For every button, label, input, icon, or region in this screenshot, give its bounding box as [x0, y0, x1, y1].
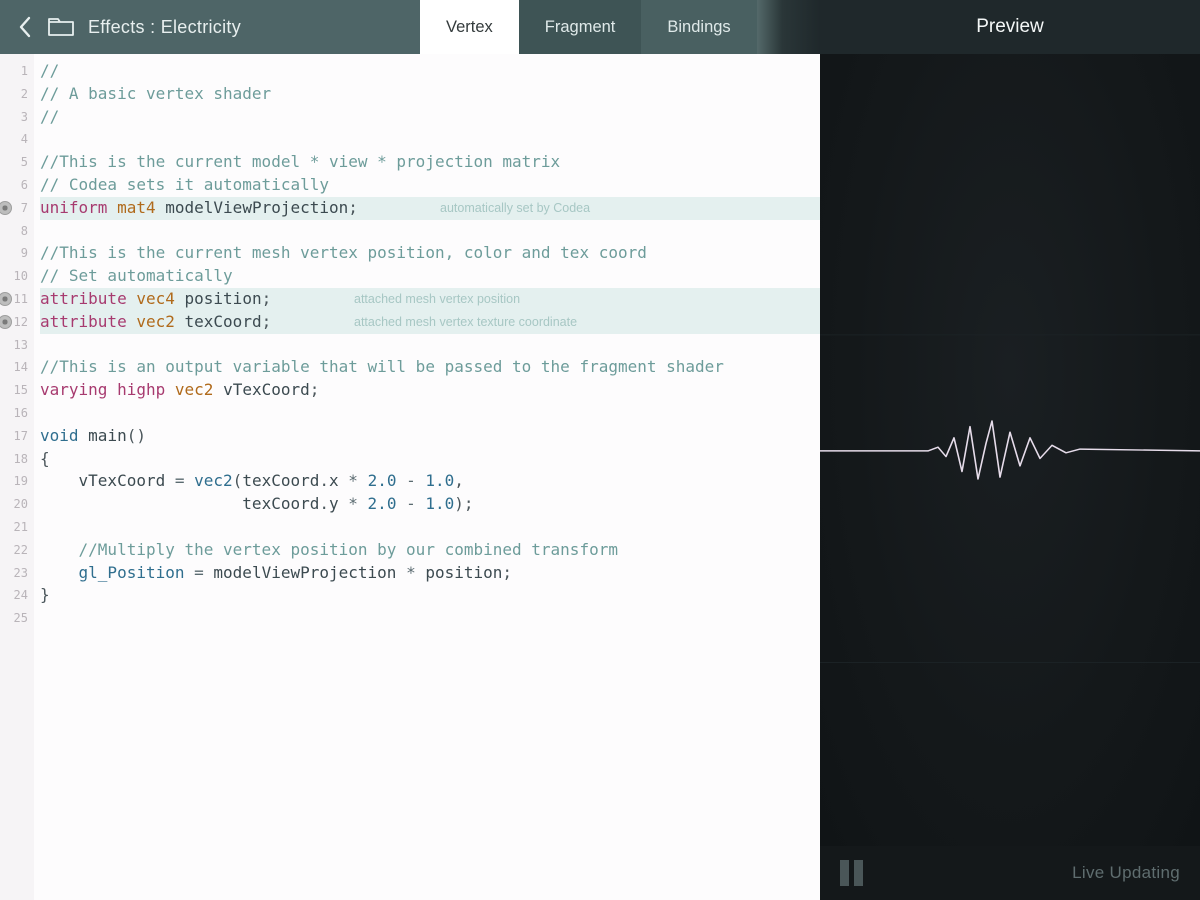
- line-number: 17: [0, 425, 34, 448]
- line-number: 20: [0, 493, 34, 516]
- code-line[interactable]: // Set automatically: [40, 265, 820, 288]
- code-line[interactable]: [40, 334, 820, 357]
- line-number: 3: [0, 106, 34, 129]
- code-line[interactable]: [40, 220, 820, 243]
- code-line[interactable]: [40, 607, 820, 630]
- line-number: 16: [0, 402, 34, 425]
- chevron-left-icon: [18, 16, 32, 38]
- line-number: 6: [0, 174, 34, 197]
- code-line[interactable]: //This is an output variable that will b…: [40, 356, 820, 379]
- tab-vertex[interactable]: Vertex: [420, 0, 519, 54]
- line-number: 7: [0, 197, 34, 220]
- preview-title: Preview: [820, 0, 1200, 54]
- code-line[interactable]: texCoord.y * 2.0 - 1.0);: [40, 493, 820, 516]
- preview-canvas[interactable]: [820, 54, 1200, 846]
- code-line[interactable]: gl_Position = modelViewProjection * posi…: [40, 562, 820, 585]
- line-number: 24: [0, 584, 34, 607]
- line-number: 22: [0, 539, 34, 562]
- line-number: 9: [0, 242, 34, 265]
- line-number: 18: [0, 448, 34, 471]
- line-number: 23: [0, 562, 34, 585]
- inline-hint: attached mesh vertex position: [354, 288, 520, 311]
- code-line[interactable]: attribute vec4 position;attached mesh ve…: [40, 288, 820, 311]
- code-line[interactable]: //This is the current mesh vertex positi…: [40, 242, 820, 265]
- code-line[interactable]: {: [40, 448, 820, 471]
- code-line[interactable]: varying highp vec2 vTexCoord;: [40, 379, 820, 402]
- line-number: 11: [0, 288, 34, 311]
- code-line[interactable]: vTexCoord = vec2(texCoord.x * 2.0 - 1.0,: [40, 470, 820, 493]
- tab-fragment[interactable]: Fragment: [519, 0, 642, 54]
- inline-hint: automatically set by Codea: [440, 197, 590, 220]
- code-area[interactable]: //// A basic vertex shader// //This is th…: [34, 54, 820, 900]
- code-line[interactable]: [40, 402, 820, 425]
- line-number-gutter: 1234567891011121314151617181920212223242…: [0, 54, 34, 900]
- code-line[interactable]: //: [40, 60, 820, 83]
- code-line[interactable]: //This is the current model * view * pro…: [40, 151, 820, 174]
- preview-footer: Live Updating: [820, 846, 1200, 900]
- line-number: 14: [0, 356, 34, 379]
- line-number: 5: [0, 151, 34, 174]
- line-number: 10: [0, 265, 34, 288]
- line-number: 2: [0, 83, 34, 106]
- workspace: 1234567891011121314151617181920212223242…: [0, 54, 1200, 900]
- line-number: 21: [0, 516, 34, 539]
- code-line[interactable]: // Codea sets it automatically: [40, 174, 820, 197]
- inline-hint: attached mesh vertex texture coordinate: [354, 311, 577, 334]
- code-line[interactable]: [40, 516, 820, 539]
- code-line[interactable]: uniform mat4 modelViewProjection;automat…: [40, 197, 820, 220]
- line-number: 8: [0, 220, 34, 243]
- editor-tabs: Vertex Fragment Bindings: [420, 0, 757, 54]
- preview-panel: Live Updating: [820, 54, 1200, 900]
- line-number: 12: [0, 311, 34, 334]
- line-number: 13: [0, 334, 34, 357]
- live-updating-label: Live Updating: [1072, 863, 1180, 883]
- line-number: 15: [0, 379, 34, 402]
- code-line[interactable]: void main(): [40, 425, 820, 448]
- back-button[interactable]: [16, 18, 34, 36]
- code-line[interactable]: attribute vec2 texCoord;attached mesh ve…: [40, 311, 820, 334]
- electricity-waveform: [820, 54, 1200, 846]
- code-line[interactable]: [40, 128, 820, 151]
- line-number: 19: [0, 470, 34, 493]
- line-number: 1: [0, 60, 34, 83]
- line-number: 4: [0, 128, 34, 151]
- pause-bar-icon: [840, 860, 849, 886]
- code-line[interactable]: }: [40, 584, 820, 607]
- header-spacer: [757, 0, 820, 54]
- code-line[interactable]: //Multiply the vertex position by our co…: [40, 539, 820, 562]
- pause-button[interactable]: [840, 860, 863, 886]
- line-number: 25: [0, 607, 34, 630]
- tab-bindings[interactable]: Bindings: [641, 0, 756, 54]
- pause-bar-icon: [854, 860, 863, 886]
- code-line[interactable]: // A basic vertex shader: [40, 83, 820, 106]
- header-left: Effects : Electricity: [0, 0, 420, 54]
- folder-icon[interactable]: [48, 16, 74, 38]
- code-line[interactable]: //: [40, 106, 820, 129]
- app-header: Effects : Electricity Vertex Fragment Bi…: [0, 0, 1200, 54]
- code-editor[interactable]: 1234567891011121314151617181920212223242…: [0, 54, 820, 900]
- breadcrumb[interactable]: Effects : Electricity: [88, 17, 241, 38]
